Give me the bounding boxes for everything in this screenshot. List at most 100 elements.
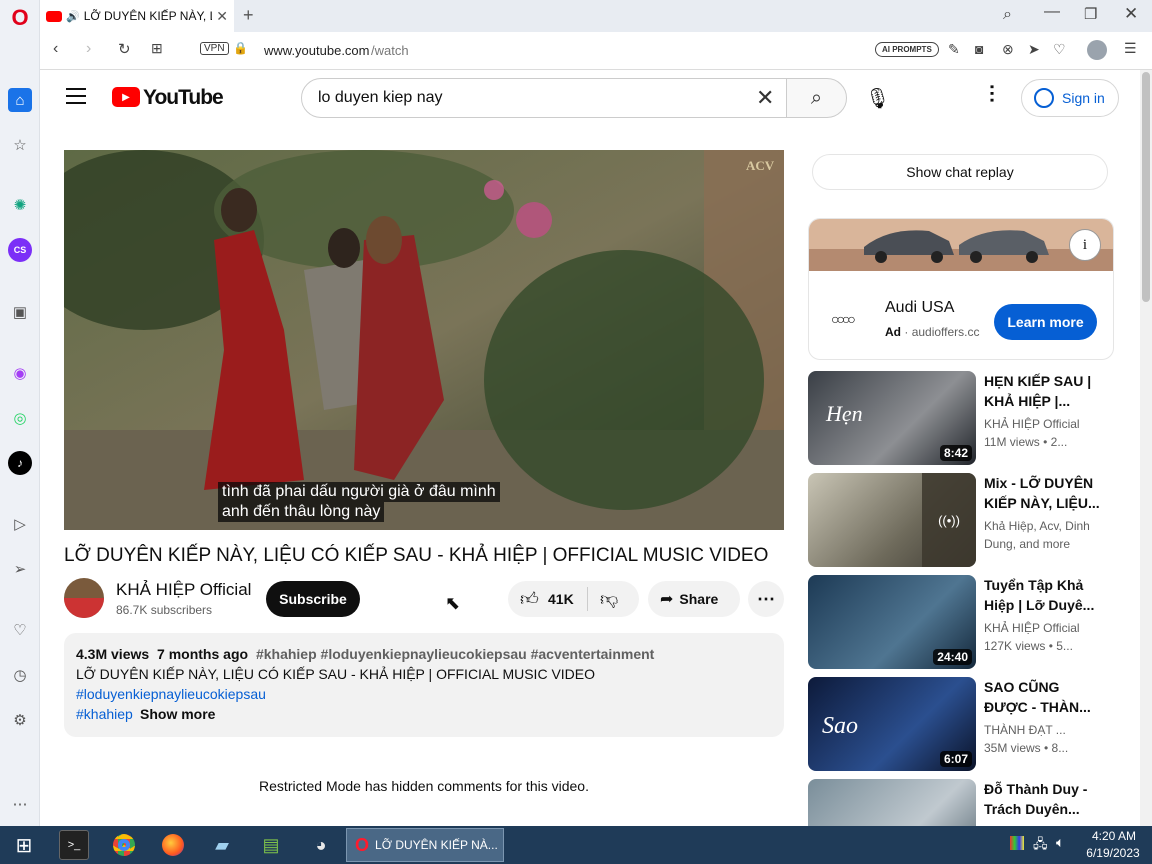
tiktok-icon[interactable]: ♪ [8,451,32,475]
speaker-icon[interactable]: 🔊 [66,10,80,23]
list-item[interactable]: Đỗ Thành Duy - Trách Duyên... [808,779,1114,826]
video-player[interactable]: ACV tình đã phai dấu người già ở đâu mìn… [64,150,784,530]
volume-icon[interactable]: 🔈︎ [1056,834,1064,851]
clock-date[interactable]: 6/19/2023 [1080,846,1146,860]
ad-info-icon[interactable]: i [1069,229,1101,261]
video-thumbnail[interactable] [808,779,976,826]
network-icon[interactable]: 🖧 [1033,835,1048,857]
dislike-icon[interactable]: 👎︎ [600,588,618,610]
rec-title[interactable]: SAO CŨNG ĐƯỢC - THÀN... [984,677,1104,717]
paint-app-icon[interactable]: ◕ [306,830,336,860]
profile-avatar[interactable] [1087,40,1107,60]
hashtag-row[interactable]: #khahiep #loduyenkiepnaylieucokiepsau #a… [256,646,654,662]
search-button[interactable]: ⌕ [786,78,847,118]
rec-channel[interactable]: KHẢ HIỆP Official [984,619,1109,637]
channel-avatar[interactable] [64,578,104,618]
video-thumbnail[interactable]: Sao 6:07 [808,677,976,771]
subscribe-button[interactable]: Subscribe [266,581,360,617]
tab-active[interactable]: 🔊 LỠ DUYÊN KIẾP NÀY, LI ✕ [40,0,234,32]
clock-time[interactable]: 4:20 AM [1084,829,1144,843]
voice-search-icon[interactable]: 🎙 [865,86,890,111]
rec-channel[interactable]: THÀNH ĐẠT ... [984,721,1109,739]
sign-in-button[interactable]: Sign in [1021,79,1119,117]
new-tab-button[interactable]: + [243,5,254,26]
search-box[interactable]: lo duyen kiep nay ✕ [301,78,787,118]
speed-dial-icon[interactable]: ⊞ [151,40,163,57]
scrollbar-thumb[interactable] [1142,72,1150,302]
star-icon[interactable]: ☆ [8,133,32,157]
chatgpt-icon[interactable]: ✺ [8,193,32,217]
lock-icon[interactable]: 🔒 [233,41,248,55]
video-thumbnail[interactable]: 24:40 [808,575,976,669]
restore-icon[interactable]: ❐ [1084,5,1097,23]
reload-icon[interactable]: ↻ [118,40,131,58]
search-input[interactable]: lo duyen kiep nay [318,89,443,107]
firefox-icon[interactable] [158,830,188,860]
hashtag-link-2[interactable]: #khahiep [76,706,133,722]
ai-prompts-button[interactable]: AI PROMPTS [875,42,939,57]
taskbar-opera-window[interactable]: O LỠ DUYÊN KIẾP NÀ... [346,828,504,862]
learn-more-button[interactable]: Learn more [994,304,1097,340]
video-thumbnail[interactable]: Hẹn 8:42 [808,371,976,465]
color-tray-icon[interactable] [1010,836,1024,850]
url-path[interactable]: /watch [371,43,409,58]
settings-icon[interactable]: ⚙ [8,708,32,732]
chrome-icon[interactable] [109,830,139,860]
clear-search-icon[interactable]: ✕ [756,85,774,111]
like-count[interactable]: 41K [548,591,574,607]
youtube-logo-text[interactable]: YouTube [143,86,224,110]
channel-name[interactable]: KHẢ HIỆP Official [116,580,251,600]
chatsonic-icon[interactable]: CS [8,238,32,262]
messenger-icon[interactable]: ◉ [8,361,32,385]
easy-setup-icon[interactable]: ☰ [1124,40,1137,57]
share-button[interactable]: ➦ Share [648,581,740,617]
rec-title[interactable]: Tuyển Tập Khả Hiệp | Lỡ Duyê... [984,575,1104,615]
video-thumbnail[interactable]: ((•)) [808,473,976,567]
chart-app-icon[interactable]: ▤ [256,830,286,860]
show-chat-replay-button[interactable]: Show chat replay [812,154,1108,190]
url-host[interactable]: www.youtube.com [264,43,370,58]
like-icon[interactable]: 👍︎ [520,588,539,610]
vpn-badge[interactable]: VPN [200,42,229,55]
player-icon[interactable]: ▷ [8,512,32,536]
youtube-logo-icon[interactable]: ▶ [112,87,140,107]
bookmark-heart-icon[interactable]: ♡ [1053,41,1066,58]
rec-channel[interactable]: Khả Hiệp, Acv, Dinh [984,517,1109,535]
shopping-bag-icon[interactable]: ▣ [8,300,32,324]
more-icon[interactable]: ⋯ [8,792,32,816]
hashtag-link-1[interactable]: #loduyenkiepnaylieucokiepsau [76,686,266,702]
list-item[interactable]: 24:40 Tuyển Tập Khả Hiệp | Lỡ Duyê... KH… [808,575,1114,669]
menu-icon[interactable] [66,88,86,104]
flow-icon[interactable]: ➤ [1028,41,1040,58]
close-window-icon[interactable]: ✕ [1124,4,1138,24]
list-item[interactable]: ((•)) Mix - LỠ DUYÊN KIẾP NÀY, LIỆU... K… [808,473,1114,567]
back-icon[interactable]: ‹ [53,40,58,58]
adblock-icon[interactable]: ⊗ [1002,41,1014,58]
rec-channel[interactable]: KHẢ HIỆP Official [984,415,1109,433]
send-icon[interactable]: ➢ [8,557,32,581]
start-icon[interactable]: ⊞ [9,830,39,860]
description-box[interactable]: 4.3M views 7 months ago #khahiep #loduye… [64,633,784,737]
more-actions-button[interactable]: ⋯ [748,581,784,617]
list-item[interactable]: Hẹn 8:42 HẸN KIẾP SAU | KHẢ HIỆP |... KH… [808,371,1114,465]
show-more-button[interactable]: Show more [140,706,215,722]
edit-icon[interactable]: ✎ [948,41,960,58]
ad-card[interactable]: i ○○○○ Audi USA Ad · audioffers.cc Learn… [808,218,1114,360]
tab-close-icon[interactable]: ✕ [216,8,228,25]
history-icon[interactable]: ◷ [8,663,32,687]
rec-title[interactable]: Mix - LỠ DUYÊN KIẾP NÀY, LIỆU... [984,473,1104,513]
notes-app-icon[interactable]: ▰ [207,830,237,860]
settings-menu-icon[interactable]: ··· [980,84,1002,104]
forward-icon[interactable]: › [86,40,91,58]
whatsapp-icon[interactable]: ◎ [8,406,32,430]
terminal-icon[interactable]: >_ [59,830,89,860]
heart-icon[interactable]: ♡ [8,618,32,642]
rec-title[interactable]: Đỗ Thành Duy - Trách Duyên... [984,779,1104,819]
list-item[interactable]: Sao 6:07 SAO CŨNG ĐƯỢC - THÀN... THÀNH Đ… [808,677,1114,771]
camera-icon[interactable]: ◙ [975,41,983,57]
search-tabs-icon[interactable]: ⌕ [1003,6,1012,24]
rec-title[interactable]: HẸN KIẾP SAU | KHẢ HIỆP |... [984,371,1104,411]
opera-logo-icon[interactable]: O [8,5,32,30]
minimize-icon[interactable]: — [1044,3,1060,21]
home-icon[interactable]: ⌂ [8,88,32,112]
